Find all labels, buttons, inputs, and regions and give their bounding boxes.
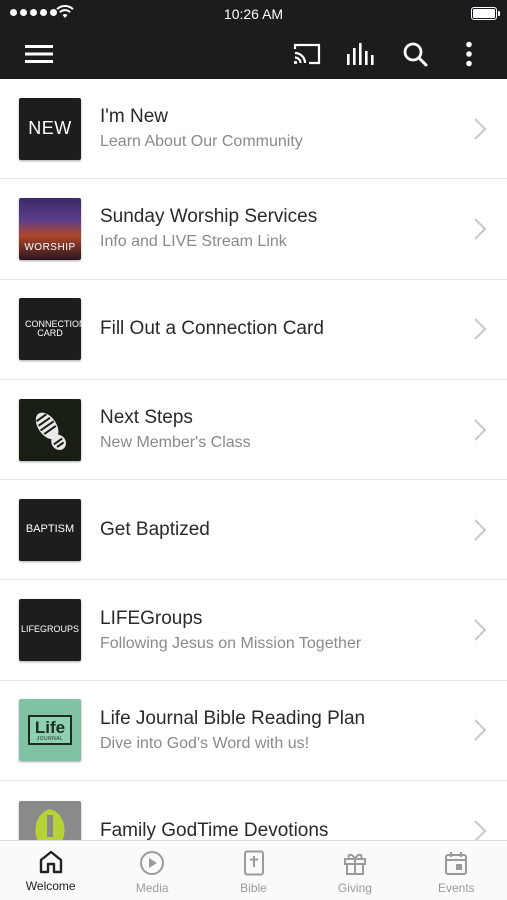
list-item-title: Next Steps xyxy=(100,407,193,429)
audio-bars-icon xyxy=(347,43,374,65)
tree-icon xyxy=(35,809,65,840)
list-item-subtitle: Following Jesus on Mission Together xyxy=(100,634,362,652)
chevron-right-icon xyxy=(474,117,487,140)
tab-label: Events xyxy=(437,881,475,895)
list-item-next-steps[interactable]: Next Steps New Member's Class xyxy=(0,380,507,481)
thumbnail-lifegroups: LIFEGROUPS xyxy=(19,599,81,662)
home-icon xyxy=(39,850,62,874)
tab-events[interactable]: Events xyxy=(406,841,507,900)
search-button[interactable] xyxy=(400,39,430,69)
tab-welcome[interactable]: Welcome xyxy=(0,841,101,900)
list-item-title: Sunday Worship Services xyxy=(100,206,318,228)
tab-bible[interactable]: Bible xyxy=(203,841,304,900)
thumbnail-baptism: BAPTISM xyxy=(19,498,81,561)
thumbnail-new: NEW xyxy=(19,97,81,160)
tab-giving[interactable]: Giving xyxy=(304,841,405,900)
chevron-right-icon xyxy=(474,519,487,541)
list-item-title: Family GodTime Devotions xyxy=(100,819,329,840)
list-item-subtitle: Learn About Our Community xyxy=(100,133,303,151)
chevron-right-icon xyxy=(474,318,487,340)
play-circle-icon xyxy=(140,851,165,875)
chevron-right-icon xyxy=(474,820,487,840)
thumbnail-worship: WORSHIP xyxy=(19,197,81,260)
list-item-subtitle: New Member's Class xyxy=(100,434,251,452)
welcome-list: NEW I'm New Learn About Our Community WO… xyxy=(0,79,507,840)
cast-button[interactable] xyxy=(292,39,322,69)
chevron-right-icon xyxy=(474,418,487,441)
list-item-subtitle: Info and LIVE Stream Link xyxy=(100,233,287,251)
list-item-title: LIFEGroups xyxy=(100,607,203,629)
thumbnail-connection-card: CONNECTION CARD xyxy=(19,298,81,361)
list-item-family-godtime[interactable]: Family GodTime Devotions xyxy=(0,781,507,840)
list-item-title: I'm New xyxy=(100,106,169,128)
more-options-button[interactable] xyxy=(454,39,484,69)
more-vert-icon xyxy=(466,41,472,67)
list-item-get-baptized[interactable]: BAPTISM Get Baptized xyxy=(0,480,507,581)
chevron-right-icon xyxy=(474,619,487,641)
tab-label: Bible xyxy=(240,881,267,895)
list-item-life-journal[interactable]: Life JOURNAL Life Journal Bible Reading … xyxy=(0,681,507,782)
bible-icon xyxy=(243,850,264,876)
menu-button[interactable] xyxy=(24,39,54,69)
tab-media[interactable]: Media xyxy=(101,841,202,900)
list-item-connection-card[interactable]: CONNECTION CARD Fill Out a Connection Ca… xyxy=(0,280,507,380)
gift-icon xyxy=(343,853,366,875)
chevron-right-icon xyxy=(474,218,487,240)
audio-button[interactable] xyxy=(346,39,376,69)
status-bar: 10:26 AM xyxy=(0,0,507,28)
cast-icon xyxy=(293,43,321,65)
thumbnail-next-steps xyxy=(19,398,81,461)
list-item-lifegroups[interactable]: LIFEGROUPS LIFEGroups Following Jesus on… xyxy=(0,580,507,681)
list-item-im-new[interactable]: NEW I'm New Learn About Our Community xyxy=(0,79,507,180)
list-item-title: Fill Out a Connection Card xyxy=(100,318,324,340)
tab-label: Media xyxy=(135,881,169,895)
thumbnail-life-journal: Life JOURNAL xyxy=(19,699,81,762)
list-item-sunday-worship[interactable]: WORSHIP Sunday Worship Services Info and… xyxy=(0,179,507,280)
footprint-icon xyxy=(35,412,66,450)
tab-label: Giving xyxy=(337,881,372,895)
list-item-title: Life Journal Bible Reading Plan xyxy=(100,707,366,729)
calendar-icon xyxy=(445,852,468,875)
list-item-title: Get Baptized xyxy=(100,518,210,540)
status-time: 10:26 AM xyxy=(223,6,284,22)
battery-icon xyxy=(471,7,500,20)
menu-icon xyxy=(25,45,53,63)
tab-label: Welcome xyxy=(25,879,76,893)
search-icon xyxy=(403,42,428,67)
tab-bar: Welcome Media Bible Giving Events xyxy=(0,840,507,900)
thumbnail-family-godtime xyxy=(19,801,81,840)
chevron-right-icon xyxy=(474,719,487,742)
list-item-subtitle: Dive into God's Word with us! xyxy=(100,734,310,752)
app-bar xyxy=(0,28,507,79)
